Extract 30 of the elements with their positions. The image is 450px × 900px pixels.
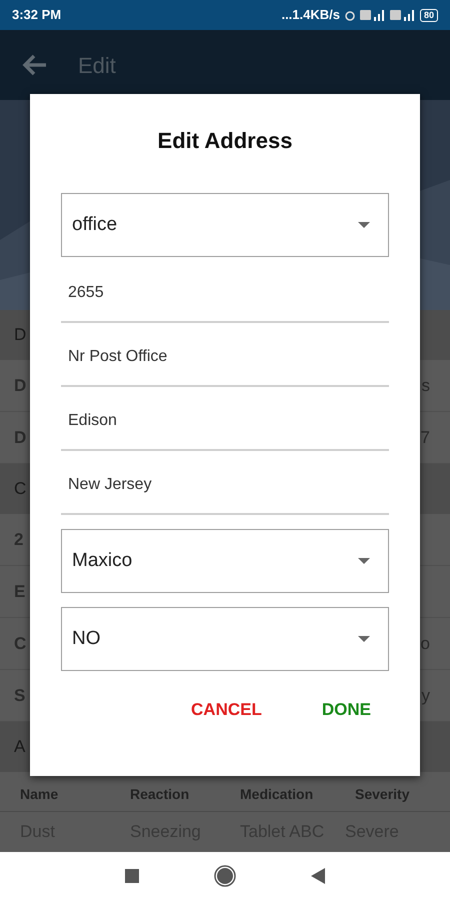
dialog-title: Edit Address [156,127,294,155]
battery-indicator: 80 [420,8,438,22]
input-field[interactable]: 2655 [61,259,389,323]
app-bar-title: Edit [78,52,116,80]
column-header: Name [20,785,60,804]
input-field[interactable]: New Jersey [61,451,389,515]
signal-icon [360,9,386,21]
dropdown-value: NO [72,626,100,651]
dropdown[interactable]: Maxico [61,529,389,593]
column-header: Severity [355,785,410,804]
input-field[interactable]: Nr Post Office [61,323,389,387]
dropdown[interactable]: office [61,193,389,257]
caret-icon [358,222,370,228]
alarm-icon [344,9,356,21]
caret-icon [358,558,370,564]
back-arrow-icon[interactable] [22,54,48,76]
dialog-button[interactable]: DONE [322,697,371,722]
signal-icon [390,9,416,21]
dropdown-value: office [72,212,118,237]
dropdown[interactable]: NO [61,607,389,671]
home-icon[interactable] [214,865,236,887]
back-icon[interactable] [311,868,325,884]
column-header: Medication [240,785,314,804]
dialog-button[interactable]: CANCEL [191,697,262,722]
dropdown-value: Maxico [72,548,132,573]
input-field[interactable]: Edison [61,387,389,451]
network-speed: ...1.4KB/s [281,6,340,24]
caret-icon [358,636,370,642]
status-time: 3:32 PM [12,6,62,24]
column-header: Reaction [130,785,190,804]
